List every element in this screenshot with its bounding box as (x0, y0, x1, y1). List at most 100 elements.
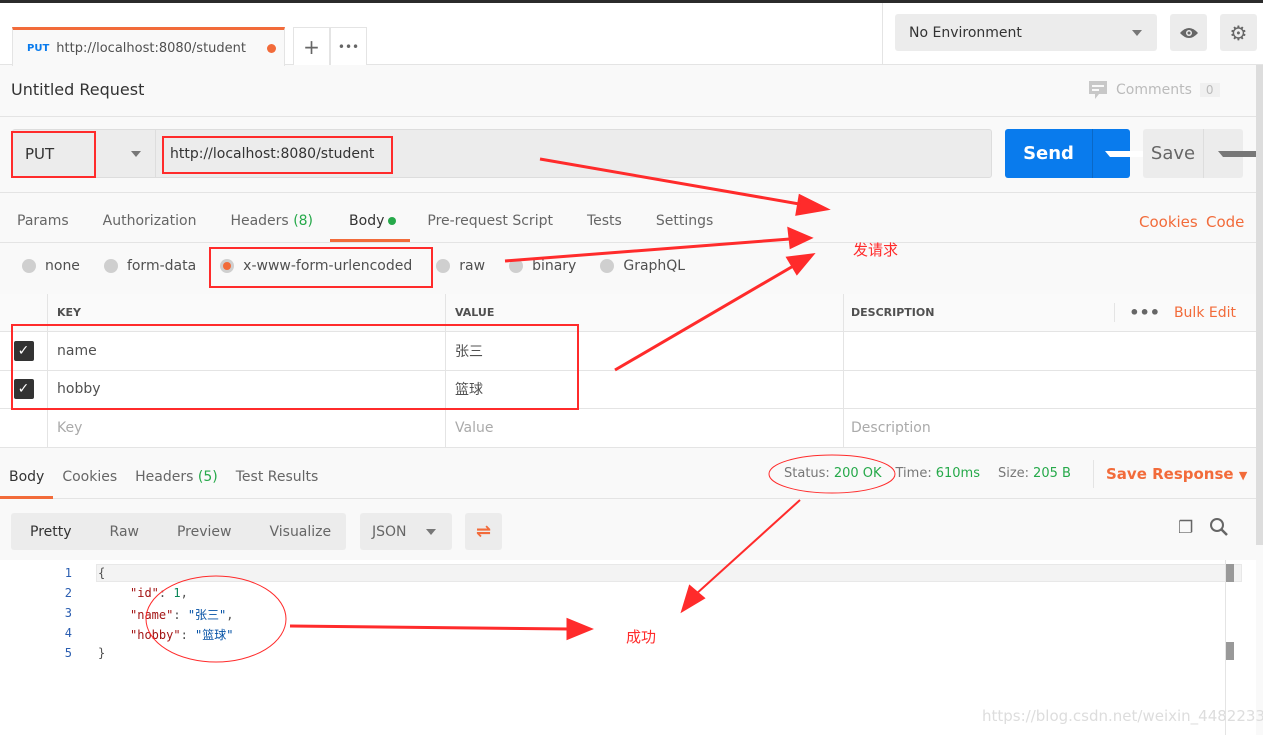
time-label: Time: (895, 466, 932, 481)
view-preview[interactable]: Preview (158, 524, 251, 540)
tab-authorization[interactable]: Authorization (86, 210, 214, 242)
radio-form-data[interactable]: form-data (103, 258, 197, 274)
radio-label: none (45, 258, 80, 274)
save-response-button[interactable]: Save Response ▼ (1106, 465, 1247, 483)
line-number: 4 (64, 626, 72, 640)
description-cell[interactable] (844, 332, 1256, 370)
save-label: Save (1150, 143, 1196, 164)
radio-x-www-form-urlencoded[interactable]: x-www-form-urlencoded (220, 258, 412, 274)
format-select[interactable]: JSON (360, 513, 452, 550)
wrap-icon: ⇌ (475, 521, 492, 542)
response-tab-body[interactable]: Body (0, 469, 54, 499)
radio-label: GraphQL (623, 258, 686, 274)
json-string: "张三" (187, 608, 227, 622)
wrap-lines-button[interactable]: ⇌ (465, 513, 502, 550)
send-button[interactable]: Send (1005, 129, 1192, 178)
params-table: KEY VALUE DESCRIPTION ••• Bulk Edit ✓ na… (0, 294, 1256, 448)
tab-body-label: Body (349, 213, 385, 229)
comments-label: Comments (1116, 82, 1192, 98)
comment-icon (1089, 81, 1107, 99)
eye-icon (1179, 27, 1198, 38)
radio-none[interactable]: none (22, 258, 80, 274)
copy-icon[interactable]: ❐ (1178, 518, 1193, 538)
new-tab-button[interactable]: + (293, 27, 330, 65)
key-input[interactable]: Key (48, 409, 446, 447)
search-icon[interactable] (1209, 517, 1229, 541)
arrow-icon (785, 253, 816, 276)
body-indicator-icon (388, 217, 397, 225)
divider (0, 242, 1256, 243)
divider (1093, 460, 1094, 488)
headers-count: (8) (293, 213, 314, 229)
tab-body[interactable]: Body (330, 210, 411, 242)
arrow-icon (795, 193, 831, 216)
bulk-edit-link[interactable]: Bulk Edit (1174, 305, 1256, 321)
code-line: "name": "张三", (130, 608, 234, 622)
view-raw[interactable]: Raw (91, 524, 158, 540)
window-scrollbar[interactable] (1256, 65, 1263, 545)
radio-label: binary (532, 258, 577, 274)
checkbox-checked-icon[interactable]: ✓ (13, 340, 34, 361)
key-cell[interactable]: name (48, 332, 446, 370)
size-label: Size: (997, 466, 1030, 481)
code-line: } (98, 646, 106, 660)
tab-pre-request-script[interactable]: Pre-request Script (410, 210, 570, 242)
radio-label: form-data (126, 258, 197, 274)
divider (0, 192, 1256, 193)
json-key: "name" (130, 608, 174, 622)
radio-binary[interactable]: binary (509, 258, 576, 274)
arrow-icon (787, 226, 814, 250)
response-tab-cookies[interactable]: Cookies (53, 469, 126, 499)
code-link[interactable]: Code (1206, 213, 1244, 231)
save-button[interactable]: Save (1143, 129, 1263, 178)
value-cell[interactable]: 张三 (446, 332, 844, 370)
tab-settings[interactable]: Settings (639, 210, 730, 242)
checkbox-checked-icon[interactable]: ✓ (13, 379, 34, 400)
view-pretty[interactable]: Pretty (11, 524, 91, 540)
description-cell[interactable] (844, 371, 1256, 409)
request-tabs: Params Authorization Headers (8) Body Pr… (0, 210, 730, 242)
environment-select[interactable]: No Environment (895, 14, 1157, 51)
line-number: 1 (64, 566, 72, 580)
url-input[interactable]: http://localhost:8080/student (155, 129, 992, 178)
watermark: https://blog.csdn.net/weixin_44822335 (982, 707, 1263, 725)
response-meta: Status: 200 OK Time: 610ms Size: 205 B (784, 466, 1071, 481)
environment-value: No Environment (909, 24, 1022, 41)
scrollbar-marker (1226, 642, 1234, 660)
tab-headers[interactable]: Headers (8) (213, 210, 330, 242)
chevron-down-icon: ▼ (1238, 469, 1248, 482)
scrollbar-thumb[interactable] (1226, 564, 1234, 582)
divider (0, 116, 1256, 117)
radio-graphql[interactable]: GraphQL (600, 258, 685, 274)
settings-button[interactable]: ⚙ (1220, 14, 1257, 51)
cookies-link[interactable]: Cookies (1139, 213, 1198, 231)
more-tabs-button[interactable]: ••• (330, 27, 367, 65)
table-row: ✓ hobby 篮球 (0, 370, 1256, 409)
description-input[interactable]: Description (844, 409, 1256, 447)
value-input[interactable]: Value (446, 409, 844, 447)
view-visualize[interactable]: Visualize (250, 524, 350, 540)
unsaved-dot-icon (267, 44, 276, 53)
eye-button[interactable] (1170, 14, 1207, 51)
checkbox-cell (0, 409, 48, 447)
key-cell[interactable]: hobby (48, 370, 446, 408)
tab-headers-label: Headers (230, 213, 289, 229)
radio-icon (509, 259, 524, 273)
more-options-icon[interactable]: ••• (1114, 303, 1174, 322)
radio-icon (22, 259, 36, 273)
line-number: 3 (64, 606, 72, 620)
radio-raw[interactable]: raw (436, 258, 485, 274)
method-select[interactable]: PUT (12, 129, 155, 178)
comments-button[interactable]: Comments 0 (1088, 80, 1220, 100)
value-cell[interactable]: 篮球 (446, 370, 844, 408)
request-tab[interactable]: PUT http://localhost:8080/student (12, 27, 285, 66)
tab-tests[interactable]: Tests (570, 210, 639, 242)
radio-selected-icon (220, 259, 235, 273)
table-row: ✓ name 张三 (0, 332, 1256, 371)
request-title[interactable]: Untitled Request (11, 80, 144, 99)
header-checkbox-cell (0, 294, 48, 331)
tab-params[interactable]: Params (0, 210, 86, 242)
header-description-label: DESCRIPTION (851, 306, 935, 319)
response-tab-test-results[interactable]: Test Results (227, 469, 328, 499)
response-tab-headers[interactable]: Headers (5) (126, 469, 227, 499)
